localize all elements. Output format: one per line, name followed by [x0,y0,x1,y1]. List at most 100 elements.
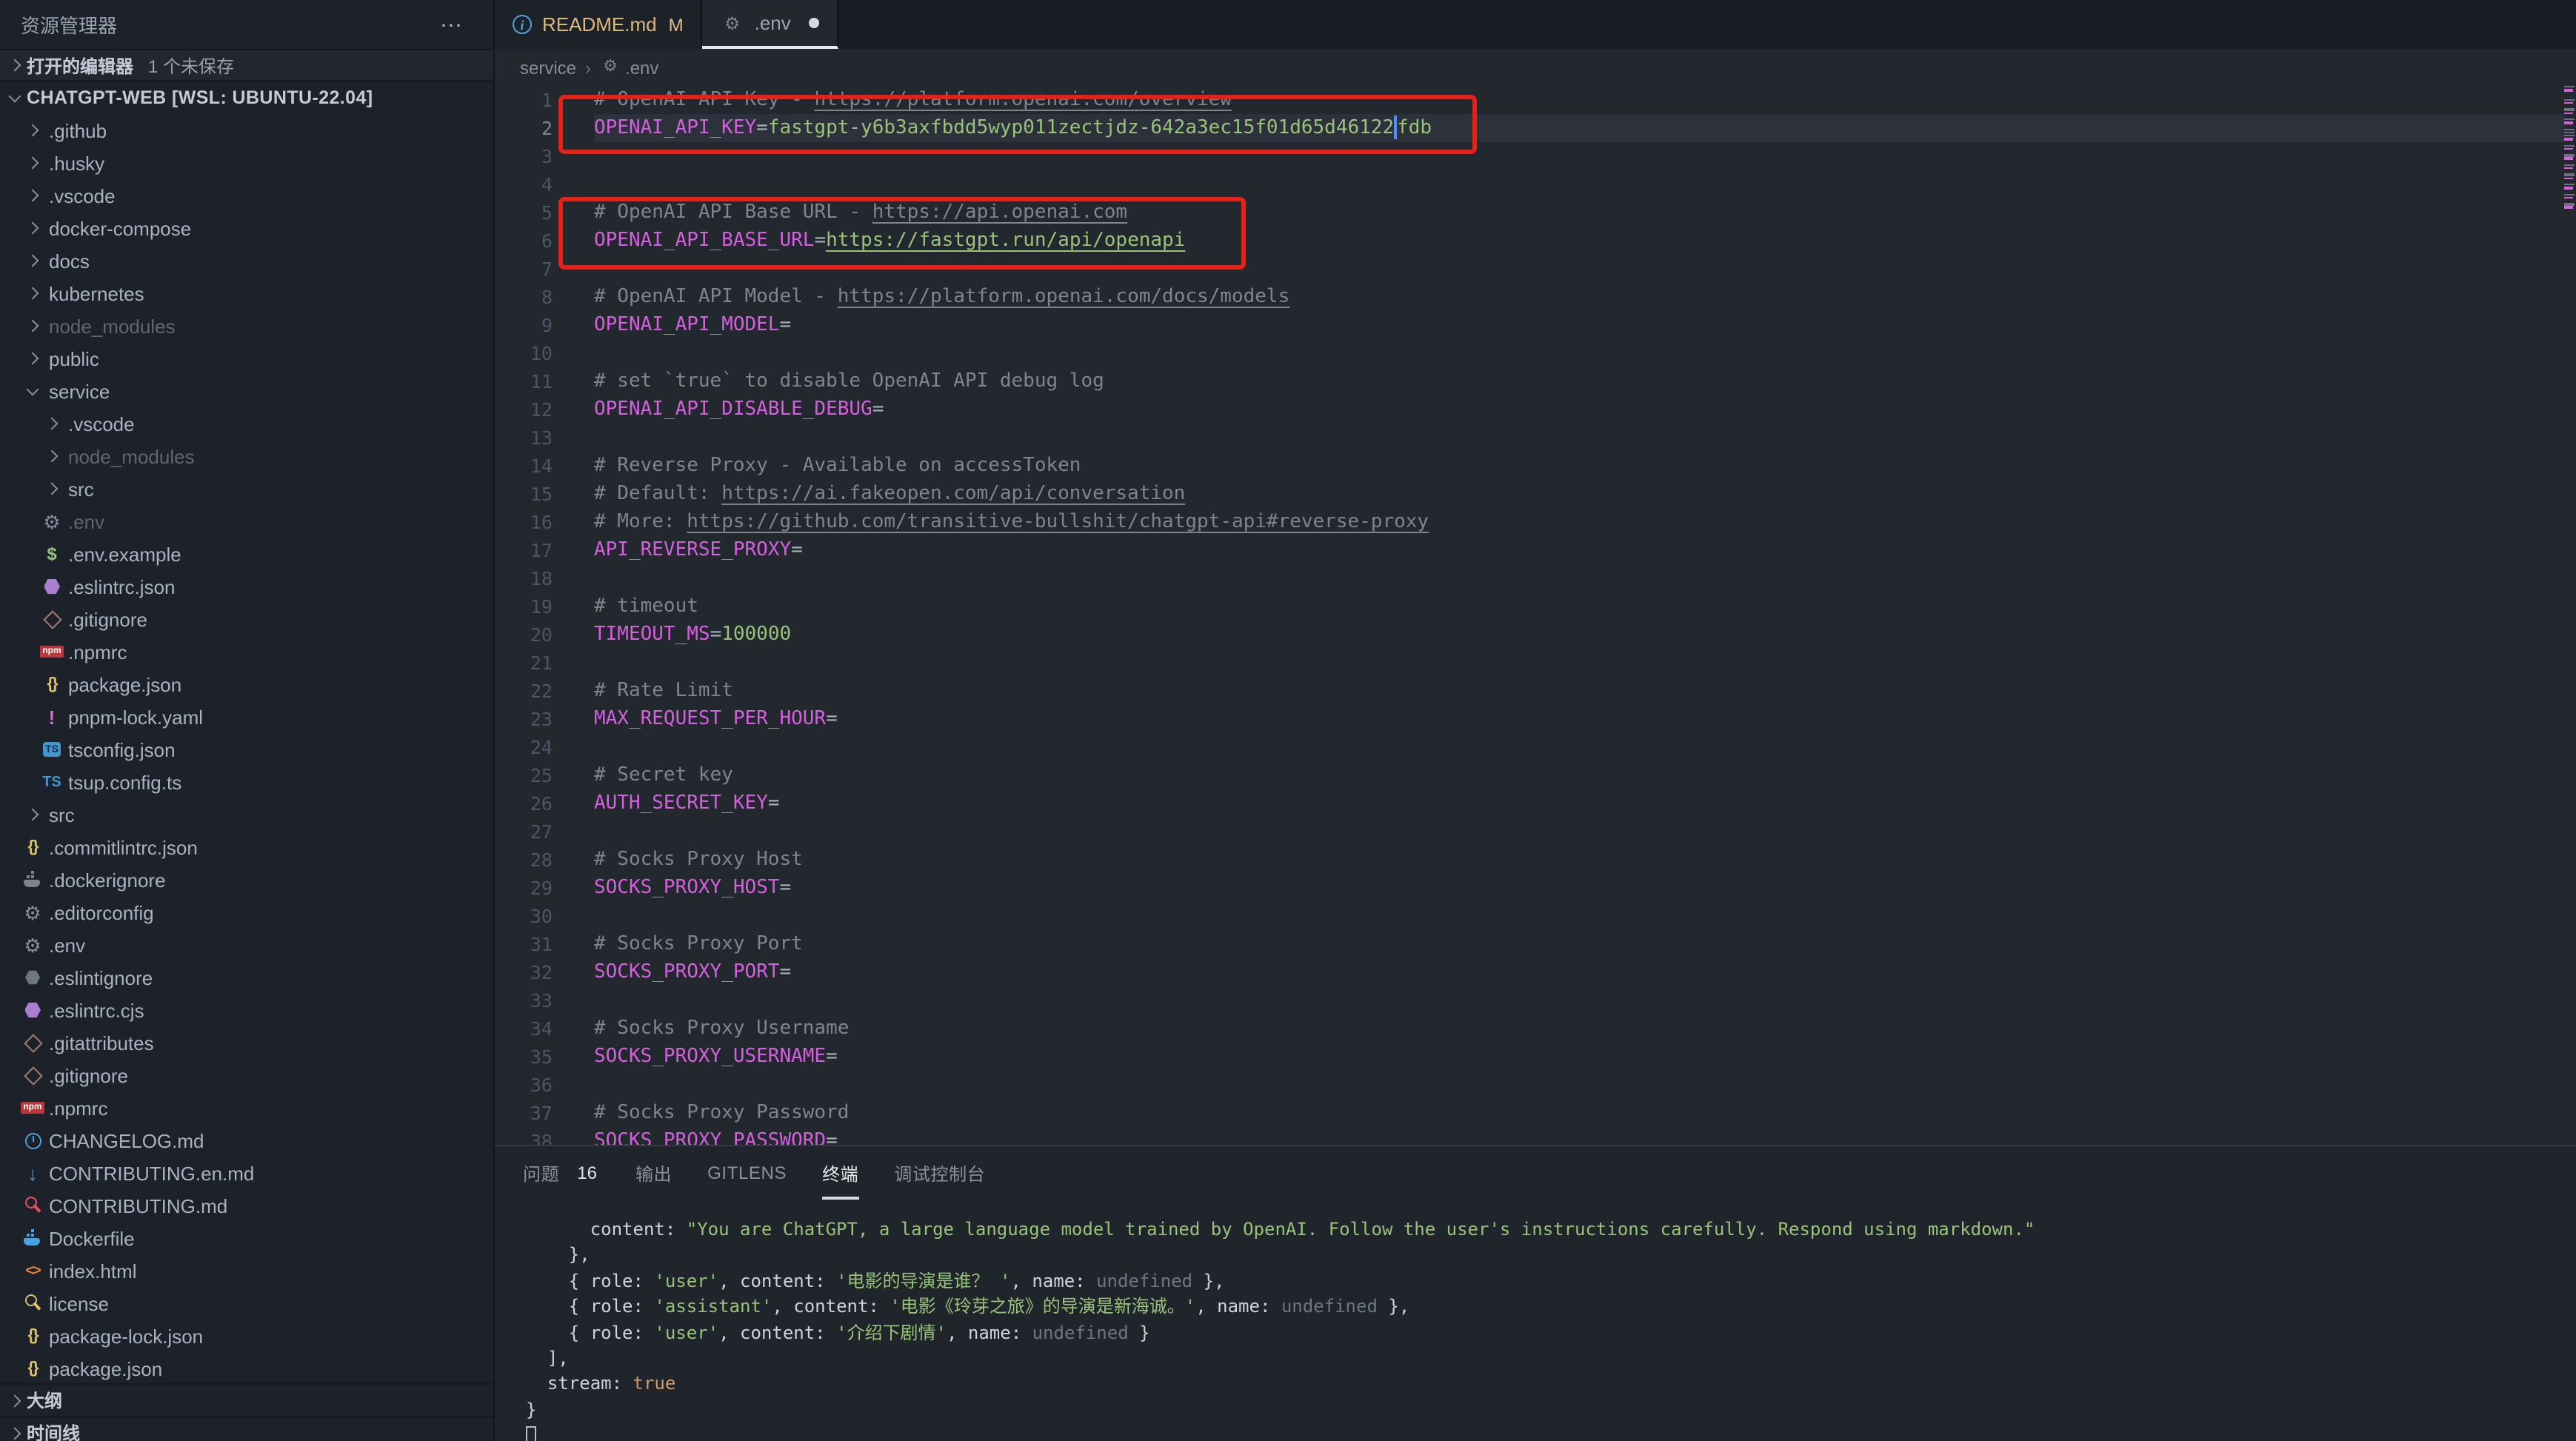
tree-item-package-lock.json[interactable]: package-lock.json [0,1320,493,1352]
code-line-10[interactable]: 10 [495,339,2564,367]
code-line-27[interactable]: 27 [495,818,2564,846]
code-line-12[interactable]: 12OPENAI_API_DISABLE_DEBUG= [495,395,2564,424]
code-line-8[interactable]: 8# OpenAI API Model - https://platform.o… [495,283,2564,311]
unsaved-dot-icon[interactable] [809,18,819,28]
outline-section[interactable]: 大纲 [0,1383,495,1416]
code-line-36[interactable]: 36 [495,1071,2564,1099]
code-line-2[interactable]: 2OPENAI_API_KEY=fastgpt-y6b3axfbdd5wyp01… [495,114,2564,142]
project-root-header[interactable]: CHATGPT-WEB [WSL: UBUNTU-22.04] [0,81,493,114]
code-line-15[interactable]: 15# Default: https://ai.fakeopen.com/api… [495,480,2564,508]
code-line-11[interactable]: 11# set `true` to disable OpenAI API deb… [495,367,2564,395]
code-line-16[interactable]: 16# More: https://github.com/transitive-… [495,508,2564,536]
tree-item-.vscode[interactable]: .vscode [0,407,493,440]
code-line-23[interactable]: 23MAX_REQUEST_PER_HOUR= [495,705,2564,733]
minimap[interactable] [2564,86,2576,1145]
code-line-38[interactable]: 38SOCKS_PROXY_PASSWORD= [495,1127,2564,1145]
tree-item-tsup.config.ts[interactable]: tsup.config.ts [0,766,493,798]
tree-item-src[interactable]: src [0,472,493,505]
tree-item-.editorconfig[interactable]: .editorconfig [0,896,493,929]
tree-item-.gitattributes[interactable]: .gitattributes [0,1026,493,1059]
code-line-32[interactable]: 32SOCKS_PROXY_PORT= [495,958,2564,986]
code-line-19[interactable]: 19# timeout [495,592,2564,621]
code-line-14[interactable]: 14# Reverse Proxy - Available on accessT… [495,452,2564,480]
tree-item-tsconfig.json[interactable]: tsconfig.json [0,733,493,766]
code-line-30[interactable]: 30 [495,902,2564,930]
breadcrumb-folder[interactable]: service [520,57,576,78]
tree-item-Dockerfile[interactable]: Dockerfile [0,1222,493,1254]
tree-item-.npmrc[interactable]: .npmrc [0,635,493,668]
more-actions-icon[interactable]: ⋯ [440,11,473,38]
panel-tab-debug-console[interactable]: 调试控制台 [894,1146,985,1200]
code-line-24[interactable]: 24 [495,733,2564,761]
code-line-13[interactable]: 13 [495,424,2564,452]
tree-item-license[interactable]: license [0,1287,493,1320]
code-line-25[interactable]: 25# Secret key [495,761,2564,789]
terminal-output[interactable]: content: "You are ChatGPT, a large langu… [526,1217,2576,1441]
tree-item-.env[interactable]: .env [0,505,493,538]
tree-item-docs[interactable]: docs [0,244,493,277]
code-line-33[interactable]: 33 [495,986,2564,1014]
panel-tab-problems[interactable]: 问题 16 [523,1146,597,1200]
tree-item-pnpm-lock.yaml[interactable]: pnpm-lock.yaml [0,701,493,733]
tab-env[interactable]: .env [703,0,838,49]
tree-item-.husky[interactable]: .husky [0,147,493,179]
tree-item-service[interactable]: service [0,375,493,407]
tree-item-CONTRIBUTING.md[interactable]: CONTRIBUTING.md [0,1189,493,1222]
code-line-1[interactable]: 1# OpenAI API Key - https://platform.ope… [495,86,2564,114]
code-line-9[interactable]: 9OPENAI_API_MODEL= [495,311,2564,339]
panel-tab-terminal[interactable]: 终端 [822,1146,858,1200]
tree-item-.gitignore[interactable]: .gitignore [0,1059,493,1091]
tree-item-.eslintrc.cjs[interactable]: .eslintrc.cjs [0,994,493,1026]
code-line-37[interactable]: 37# Socks Proxy Password [495,1099,2564,1127]
code-line-7[interactable]: 7 [495,255,2564,283]
arrow-down-icon [21,1161,44,1185]
tab-readme-md[interactable]: README.md M [495,0,703,49]
code-line-20[interactable]: 20TIMEOUT_MS=100000 [495,621,2564,649]
tree-item-.eslintrc.json[interactable]: .eslintrc.json [0,570,493,603]
code-line-21[interactable]: 21 [495,649,2564,677]
tree-item-.gitignore[interactable]: .gitignore [0,603,493,635]
code-line-35[interactable]: 35SOCKS_PROXY_USERNAME= [495,1043,2564,1071]
code-editor[interactable]: 1# OpenAI API Key - https://platform.ope… [495,86,2564,1145]
terminal-token: { role: [526,1322,654,1343]
breadcrumb-file[interactable]: .env [625,57,658,78]
tree-item-.github[interactable]: .github [0,114,493,147]
tree-item-index.html[interactable]: index.html [0,1254,493,1287]
code-line-29[interactable]: 29SOCKS_PROXY_HOST= [495,874,2564,902]
panel-tab-gitlens[interactable]: GITLENS [707,1146,787,1200]
code-line-3[interactable]: 3 [495,142,2564,170]
code-line-6[interactable]: 6OPENAI_API_BASE_URL=https://fastgpt.run… [495,227,2564,255]
tree-item-src[interactable]: src [0,798,493,831]
open-editors-section[interactable]: 打开的编辑器 1 个未保存 [0,49,493,81]
tree-item-.dockerignore[interactable]: .dockerignore [0,863,493,896]
tree-item-CHANGELOG.md[interactable]: CHANGELOG.md [0,1124,493,1157]
tree-item-.env.example[interactable]: .env.example [0,538,493,570]
tree-item-.eslintignore[interactable]: .eslintignore [0,961,493,994]
tree-item-node_modules[interactable]: node_modules [0,310,493,342]
tree-item-package.json[interactable]: package.json [0,668,493,701]
tree-item-kubernetes[interactable]: kubernetes [0,277,493,310]
timeline-section[interactable]: 时间线 [0,1416,495,1441]
tree-item-docker-compose[interactable]: docker-compose [0,212,493,244]
tree-item-CONTRIBUTING.en.md[interactable]: CONTRIBUTING.en.md [0,1157,493,1189]
file-label: .vscode [68,412,135,435]
code-line-4[interactable]: 4 [495,170,2564,198]
code-line-26[interactable]: 26AUTH_SECRET_KEY= [495,789,2564,818]
tree-item-node_modules[interactable]: node_modules [0,440,493,472]
code-line-34[interactable]: 34# Socks Proxy Username [495,1014,2564,1043]
tree-item-.env[interactable]: .env [0,929,493,961]
tree-item-.commitlintrc.json[interactable]: .commitlintrc.json [0,831,493,863]
tree-item-.npmrc[interactable]: .npmrc [0,1091,493,1124]
code-line-17[interactable]: 17API_REVERSE_PROXY= [495,536,2564,564]
code-line-5[interactable]: 5# OpenAI API Base URL - https://api.ope… [495,198,2564,227]
code-line-31[interactable]: 31# Socks Proxy Port [495,930,2564,958]
file-label: CHANGELOG.md [49,1129,204,1151]
code-line-22[interactable]: 22# Rate Limit [495,677,2564,705]
tree-item-public[interactable]: public [0,342,493,375]
chevron-down-icon [3,86,27,110]
code-line-18[interactable]: 18 [495,564,2564,592]
tree-item-.vscode[interactable]: .vscode [0,179,493,212]
tree-item-package.json[interactable]: package.json [0,1352,493,1385]
panel-tab-output[interactable]: 输出 [635,1146,672,1200]
code-line-28[interactable]: 28# Socks Proxy Host [495,846,2564,874]
